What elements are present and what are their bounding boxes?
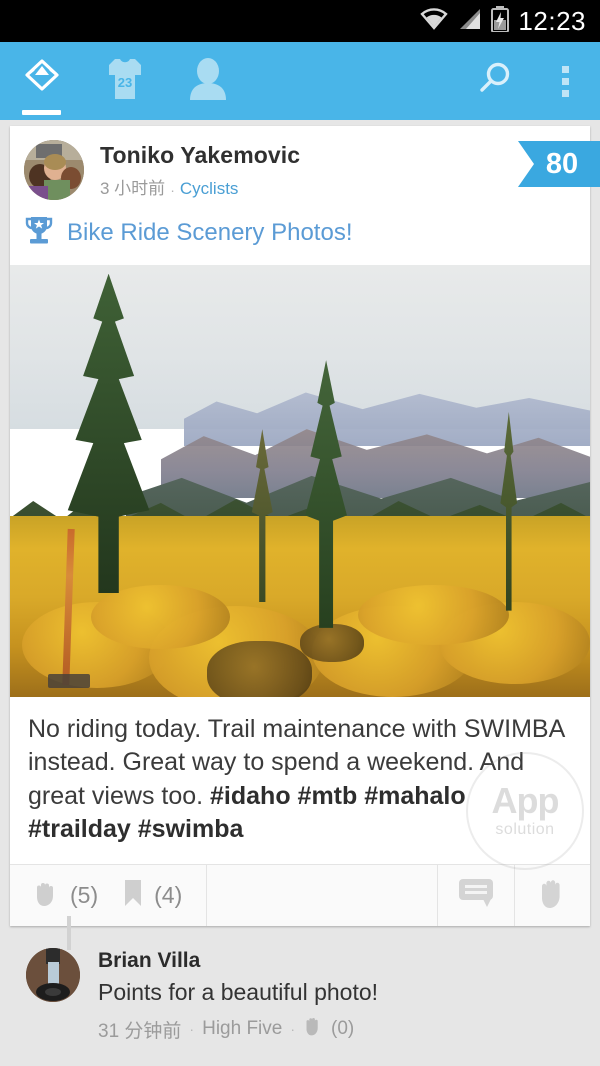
comment-timestamp: 31 分钟前 (98, 1020, 182, 1042)
teams-tab[interactable]: 23 (83, 42, 166, 120)
photo-dark-bush (207, 640, 312, 697)
comment-body: Brian Villa Points for a beautiful photo… (98, 948, 378, 1043)
search-action[interactable] (460, 42, 530, 120)
feed-scroll-area[interactable]: Toniko Yakemovic 3 小时前 · Cyclists 80 Bike … (0, 120, 600, 1066)
separator-dot: · (189, 1021, 195, 1037)
list-item[interactable]: Brian Villa Points for a beautiful photo… (0, 938, 600, 1043)
post-group-link[interactable]: Cyclists (180, 179, 239, 198)
hand-icon (303, 1015, 323, 1043)
battery-charging-icon (491, 5, 510, 37)
separator-dot: · (290, 1021, 296, 1037)
profile-tab[interactable] (166, 42, 249, 120)
post-body: No riding today. Trail maintenance with … (10, 697, 590, 864)
signal-icon (458, 7, 482, 36)
post-meta: Toniko Yakemovic 3 小时前 · Cyclists (100, 140, 300, 199)
comment-section: Brian Villa Points for a beautiful photo… (0, 916, 600, 1043)
overflow-action[interactable] (530, 42, 600, 120)
bookmark-count: (4) (154, 882, 183, 908)
separator-dot: · (170, 181, 175, 198)
jersey-icon: 23 (103, 55, 147, 108)
photo-bush (91, 584, 231, 650)
comment-highfive-count: (0) (331, 1018, 355, 1039)
overflow-menu-icon (561, 65, 569, 97)
tab-bar: 23 (0, 42, 249, 120)
comment-bubble-icon (457, 876, 495, 915)
highfive-button[interactable] (514, 865, 590, 926)
status-bar: 12:23 (0, 0, 600, 42)
comment-meta: 31 分钟前 · High Five · (0) (98, 1015, 378, 1043)
bookmark-stat[interactable]: (4) (122, 878, 182, 914)
trophy-icon (24, 214, 54, 251)
avatar[interactable] (26, 948, 80, 1002)
clock-label: 12:23 (518, 5, 586, 36)
post-stats: (5) (4) (10, 865, 182, 926)
search-icon (475, 59, 515, 104)
bookmark-icon (122, 878, 144, 914)
post-header: Toniko Yakemovic 3 小时前 · Cyclists 80 (10, 126, 600, 206)
post-author[interactable]: Toniko Yakemovic (100, 142, 300, 169)
post-subtitle: 3 小时前 · Cyclists (100, 174, 300, 199)
highfive-stat[interactable]: (5) (32, 878, 98, 914)
post-title-row[interactable]: Bike Ride Scenery Photos! (10, 206, 590, 265)
photo-dark-bush (300, 623, 364, 663)
post-photo[interactable] (10, 265, 590, 697)
post-action-bar: (5) (4) (10, 864, 590, 926)
score-badge: 80 (518, 141, 600, 187)
person-icon (186, 56, 230, 107)
comment-text: Points for a beautiful photo! (98, 979, 379, 1005)
highfive-count: (5) (70, 882, 99, 908)
action-bar-spacer (206, 865, 438, 926)
home-tab[interactable] (0, 42, 83, 120)
comment-author[interactable]: Brian Villa (98, 949, 378, 973)
comment-label[interactable]: High Five (202, 1018, 282, 1040)
svg-text:23: 23 (117, 75, 131, 90)
app-bar: 23 (0, 42, 600, 120)
wifi-icon (419, 7, 449, 36)
avatar[interactable] (24, 140, 84, 200)
photo-rake-head (47, 674, 90, 689)
hand-icon (536, 875, 570, 916)
post-timestamp: 3 小时前 (100, 179, 166, 198)
post-title[interactable]: Bike Ride Scenery Photos! (67, 219, 352, 247)
post-card[interactable]: Toniko Yakemovic 3 小时前 · Cyclists 80 Bike … (10, 126, 600, 926)
comment-button[interactable] (438, 865, 514, 926)
photo-bush (358, 584, 509, 646)
logo-diamond-icon (19, 56, 65, 107)
hand-icon (32, 878, 60, 914)
